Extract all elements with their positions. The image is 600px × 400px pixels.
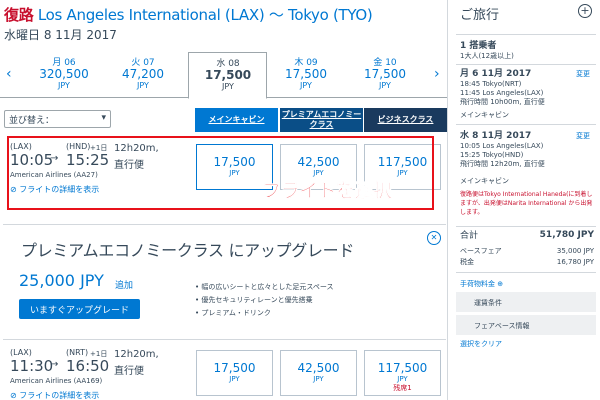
sidebar-title: ご旅行 — [460, 8, 500, 23]
fare-main-cabin[interactable]: 17,500 JPY — [196, 350, 273, 396]
date-price: 47,200 — [122, 67, 164, 81]
leg-arrival: 15:25 Tokyo(HND) — [460, 151, 524, 159]
leg-duration: 飛行時間 12h20m, 直行便 — [460, 160, 545, 168]
date-currency: JPY — [300, 81, 312, 90]
date-currency: JPY — [379, 81, 391, 90]
leg-cabin: メインキャビン — [460, 177, 509, 185]
leg-duration: 飛行時間 10h00m, 直行便 — [460, 98, 545, 106]
chevron-down-icon: ▾ — [101, 113, 106, 123]
flight-row: (LAX) 11:30 → (NRT) +1日 16:50 12h20m, 直行… — [4, 344, 444, 400]
destination-code: (NRT) — [66, 348, 89, 357]
prev-date-arrow-icon[interactable]: ‹ — [6, 66, 12, 82]
tab-main-cabin[interactable]: メインキャビン — [195, 108, 278, 132]
date-option[interactable]: 木 09 17,500 JPY — [271, 58, 341, 90]
divider — [456, 226, 596, 227]
flight-details-link[interactable]: ⊘ フライトの詳細を表示 — [10, 390, 99, 400]
base-fare-value: 35,000 JPY — [556, 247, 594, 255]
origin-code: (LAX) — [10, 348, 32, 357]
change-link[interactable]: 変更 — [576, 131, 590, 141]
leg-date: 月 6 11月 2017 — [460, 69, 532, 79]
arrival-time: 16:50 — [66, 357, 110, 375]
route-text: Los Angeles International (LAX) 〜 Tokyo … — [33, 6, 373, 24]
upgrade-feature: 幅の広いシートと広々とした足元スペース — [195, 281, 333, 294]
next-date-arrow-icon[interactable]: › — [434, 66, 440, 82]
close-icon[interactable]: ✕ — [427, 231, 441, 245]
leg-departure: 10:05 Los Angeles(LAX) — [460, 142, 544, 150]
upgrade-features: 幅の広いシートと広々とした足元スペース 優先セキュリティレーンと優先搭乗 プレミ… — [195, 281, 334, 320]
upgrade-title: プレミアムエコノミークラス にアップグレード — [21, 241, 355, 260]
direction-label: 復路 — [4, 6, 34, 24]
fare-currency: JPY — [229, 375, 240, 383]
tab-premium-economy[interactable]: プレミアムエコノミークラス — [280, 108, 363, 132]
route-title: 復路 Los Angeles International (LAX) 〜 Tok… — [4, 4, 373, 25]
selected-date: 水曜日 8 11月 2017 — [4, 28, 117, 42]
passenger-type: 1大人(12歳以上) — [460, 52, 514, 60]
fare-price: 42,500 — [297, 361, 340, 375]
leg-arrival: 11:45 Los Angeles(LAX) — [460, 89, 544, 97]
clear-selection-link[interactable]: 選択をクリア — [460, 339, 502, 349]
airline-flight: American Airlines (AA169) — [10, 377, 103, 385]
sort-select[interactable]: 並び替え： ▾ — [4, 110, 111, 128]
leg-departure: 18:45 Tokyo(NRT) — [460, 80, 522, 88]
date-option[interactable]: 金 10 17,500 JPY — [350, 58, 420, 90]
change-link[interactable]: 変更 — [576, 69, 590, 79]
divider — [456, 34, 596, 35]
main-panel: 復路 Los Angeles International (LAX) 〜 Tok… — [0, 0, 447, 400]
baggage-fee-link[interactable]: 手荷物料金 ⊕ — [460, 279, 503, 289]
upgrade-feature: プレミアム・ドリンク — [195, 307, 334, 320]
tax-label: 税金 — [460, 258, 474, 266]
leg-date: 水 8 11月 2017 — [460, 131, 532, 141]
upgrade-now-button[interactable]: いますぐアップグレード — [19, 299, 140, 319]
fare-business[interactable]: 117,500 JPY 残席1 — [364, 350, 441, 396]
tab-business[interactable]: ビジネスクラス — [364, 108, 447, 132]
date-option[interactable]: 月 06 320,500 JPY — [29, 58, 99, 90]
trip-sidebar: ご旅行 + 1 搭乗者 1大人(12歳以上) 月 6 11月 2017 変更 1… — [447, 0, 600, 400]
fare-price: 17,500 — [213, 361, 256, 375]
select-flight-annotation: フライトを選択 — [262, 180, 393, 203]
passenger-count: 1 搭乗者 — [460, 41, 497, 51]
upgrade-add-label: 追加 — [115, 281, 134, 291]
date-option-selected[interactable]: 水 08 17,500 JPY — [188, 52, 267, 99]
date-price: 17,500 — [204, 68, 252, 82]
seats-left-badge: 残席1 — [393, 384, 412, 392]
date-option[interactable]: 火 07 47,200 JPY — [108, 58, 178, 90]
date-currency: JPY — [222, 82, 234, 91]
upgrade-feature: 優先セキュリティレーンと優先搭乗 — [195, 294, 334, 307]
upgrade-panel: プレミアムエコノミークラス にアップグレード 25,000 JPY 追加 います… — [3, 224, 446, 340]
flight-duration: 12h20m, — [114, 349, 159, 360]
fare-basis-button[interactable]: フェアベース情報 — [456, 315, 596, 335]
departure-time: 11:30 — [10, 357, 54, 375]
fare-rules-button[interactable]: 運賃条件 — [456, 292, 596, 312]
date-currency: JPY — [137, 81, 149, 90]
divider — [456, 272, 596, 273]
fare-premium-economy[interactable]: 42,500 JPY — [280, 350, 357, 396]
date-currency: JPY — [58, 81, 70, 90]
date-price: 17,500 — [364, 67, 406, 81]
total-label: 合計 — [460, 231, 479, 241]
fare-currency: JPY — [313, 375, 324, 383]
date-cell: 水 08 17,500 JPY — [193, 59, 263, 91]
fare-currency: JPY — [397, 375, 408, 383]
sort-label: 並び替え： — [9, 116, 55, 126]
fare-price: 117,500 — [377, 361, 428, 375]
tax-value: 16,780 JPY — [556, 258, 594, 266]
date-price: 320,500 — [39, 67, 89, 81]
base-fare-label: ベースフェア — [460, 247, 502, 255]
total-value: 51,780 JPY — [539, 230, 594, 240]
leg-cabin: メインキャビン — [460, 111, 509, 119]
arrow-right-icon: → — [50, 359, 59, 370]
flight-type: 直行便 — [114, 366, 144, 377]
upgrade-price: 25,000 JPY — [19, 271, 104, 290]
divider — [456, 64, 596, 65]
divider — [456, 124, 596, 125]
expand-icon[interactable]: + — [578, 4, 592, 18]
airport-warning: 復路便はTokyo International Haneda(に到着しますが、出… — [460, 191, 593, 216]
date-price: 17,500 — [285, 67, 327, 81]
